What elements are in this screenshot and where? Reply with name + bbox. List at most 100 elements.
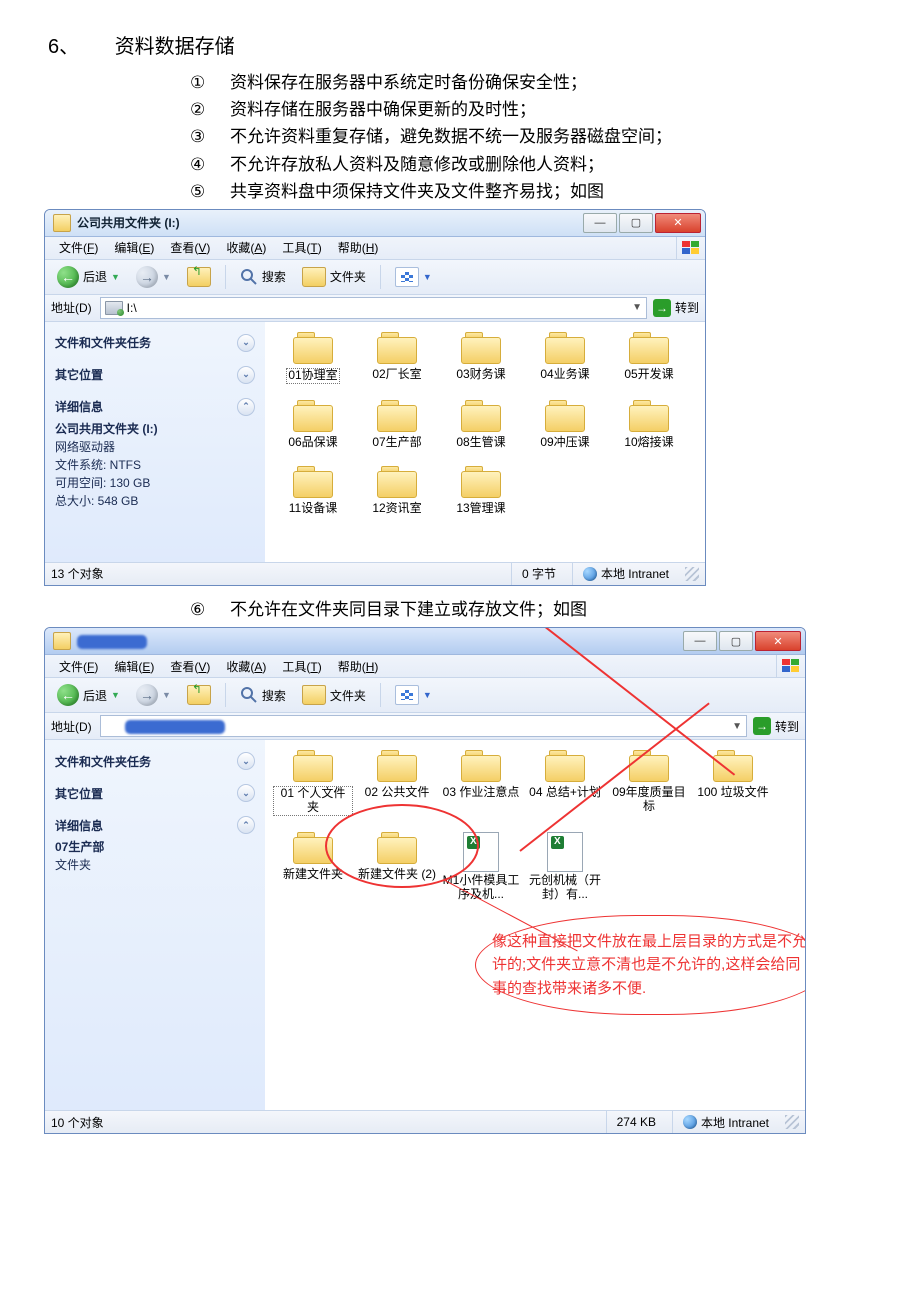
explorer-window-1: 公司共用文件夹 (I:) — ▢ ✕ 文件(F)编辑(E)查看(V)收藏(A)工… [44,209,706,586]
close-button[interactable]: ✕ [755,631,801,651]
icon-pane[interactable]: 01协理室02厂长室03财务课04业务课05开发课 06品保课07生产部08生管课… [265,322,705,562]
folder-item[interactable]: 02厂长室 [357,332,437,384]
folder-item[interactable]: 03 作业注意点 [441,750,521,816]
folders-icon [302,267,326,287]
explorer-window-2: — ▢ ✕ 文件(F)编辑(E)查看(V)收藏(A)工具(T)帮助(H) ← 后… [44,627,806,1134]
folders-button[interactable]: 文件夹 [296,683,372,707]
maximize-button[interactable]: ▢ [719,631,753,651]
toolbar: ← 后退 ▼ → ▼ ↰ 搜索 文件夹 ▼ [45,678,805,713]
folder-icon [545,750,585,782]
forward-button[interactable]: → ▼ [130,264,177,290]
folder-item[interactable]: 05开发课 [609,332,689,384]
folder-item[interactable]: 100 垃圾文件 [693,750,773,816]
status-zone: 本地 Intranet [672,1111,779,1133]
menu-item[interactable]: 查看(V) [162,239,218,256]
resize-grip-icon[interactable] [785,1115,799,1129]
search-button[interactable]: 搜索 [234,266,292,288]
folder-item[interactable]: 07生产部 [357,400,437,450]
up-button[interactable]: ↰ [181,683,217,707]
views-button[interactable]: ▼ [389,265,438,289]
folder-icon [377,400,417,432]
item-label: 03 作业注意点 [441,786,521,800]
maximize-button[interactable]: ▢ [619,213,653,233]
menu-item[interactable]: 编辑(E) [106,239,162,256]
titlebar[interactable]: 公司共用文件夹 (I:) — ▢ ✕ [45,210,705,237]
folder-item[interactable]: 10熔接课 [609,400,689,450]
dropdown-caret-icon[interactable]: ▼ [732,721,742,732]
up-button[interactable]: ↰ [181,265,217,289]
folder-item[interactable]: 03财务课 [441,332,521,384]
chevron-down-icon[interactable]: ⌄ [237,366,255,384]
dropdown-caret-icon[interactable]: ▼ [111,690,120,700]
side-details[interactable]: 详细信息⌃ [55,394,255,420]
menu-item[interactable]: 收藏(A) [218,239,274,256]
folder-icon [713,750,753,782]
folder-item[interactable]: 11设备课 [273,466,353,516]
go-button[interactable]: → 转到 [653,299,699,317]
side-tasks[interactable]: 文件和文件夹任务⌄ [55,748,255,774]
back-button[interactable]: ← 后退 ▼ [51,682,126,708]
intranet-icon [683,1115,697,1129]
menu-item[interactable]: 收藏(A) [218,658,274,675]
minimize-button[interactable]: — [683,631,717,651]
side-details[interactable]: 详细信息⌃ [55,812,255,838]
heading-text: 资料数据存储 [115,36,235,58]
folder-item[interactable]: 12资讯室 [357,466,437,516]
folder-item[interactable]: 13管理课 [441,466,521,516]
folder-item[interactable]: 09年度质量目标 [609,750,689,816]
minimize-button[interactable]: — [583,213,617,233]
dropdown-caret-icon[interactable]: ▼ [162,690,171,700]
menu-item[interactable]: 文件(F) [51,239,106,256]
folder-item[interactable]: 08生管课 [441,400,521,450]
item-label: 13管理课 [441,502,521,516]
side-tasks[interactable]: 文件和文件夹任务⌄ [55,330,255,356]
dropdown-caret-icon[interactable]: ▼ [423,690,432,700]
folder-item[interactable]: 06品保课 [273,400,353,450]
folder-item[interactable]: 09冲压课 [525,400,605,450]
status-bar: 13 个对象 0 字节 本地 Intranet [45,563,705,585]
menu-item[interactable]: 查看(V) [162,658,218,675]
side-other-places[interactable]: 其它位置⌄ [55,362,255,388]
chevron-down-icon[interactable]: ⌄ [237,784,255,802]
menu-item[interactable]: 帮助(H) [330,239,387,256]
menu-item[interactable]: 编辑(E) [106,658,162,675]
go-button[interactable]: → 转到 [753,717,799,735]
menu-item[interactable]: 文件(F) [51,658,106,675]
folder-item[interactable]: 04业务课 [525,332,605,384]
back-button[interactable]: ← 后退 ▼ [51,264,126,290]
up-folder-icon: ↰ [187,267,211,287]
folders-button[interactable]: 文件夹 [296,265,372,289]
status-bar: 10 个对象 274 KB 本地 Intranet [45,1111,805,1133]
heading-number: 6、 [48,36,79,58]
search-button[interactable]: 搜索 [234,684,292,706]
address-field[interactable]: ▼ [100,715,747,737]
address-label: 地址(D) [51,718,94,735]
resize-grip-icon[interactable] [685,567,699,581]
views-button[interactable]: ▼ [389,683,438,707]
titlebar[interactable]: — ▢ ✕ [45,628,805,655]
menu-item[interactable]: 工具(T) [274,658,329,675]
chevron-down-icon[interactable]: ⌄ [237,752,255,770]
side-other-places[interactable]: 其它位置⌄ [55,780,255,806]
back-arrow-icon: ← [57,266,79,288]
chevron-down-icon[interactable]: ⌄ [237,334,255,352]
menu-item[interactable]: 帮助(H) [330,658,387,675]
file-item[interactable]: 元创机械（开封）有... [525,832,605,902]
folder-item[interactable]: 01 个人文件夹 [273,750,353,816]
dropdown-caret-icon[interactable]: ▼ [423,272,432,282]
close-button[interactable]: ✕ [655,213,701,233]
chevron-up-icon[interactable]: ⌃ [237,816,255,834]
excel-file-icon [547,832,583,872]
dropdown-caret-icon[interactable]: ▼ [111,272,120,282]
chevron-up-icon[interactable]: ⌃ [237,398,255,416]
address-field[interactable]: I:\ ▼ [100,297,647,319]
folder-item[interactable]: 04 总结+计划 [525,750,605,816]
forward-button[interactable]: → ▼ [130,682,177,708]
folder-icon [293,466,333,498]
folder-item[interactable]: 01协理室 [273,332,353,384]
dropdown-caret-icon[interactable]: ▼ [162,272,171,282]
dropdown-caret-icon[interactable]: ▼ [632,302,642,313]
menu-item[interactable]: 工具(T) [274,239,329,256]
bullet-marker: ⑤ [190,178,230,205]
go-arrow-icon: → [753,717,771,735]
